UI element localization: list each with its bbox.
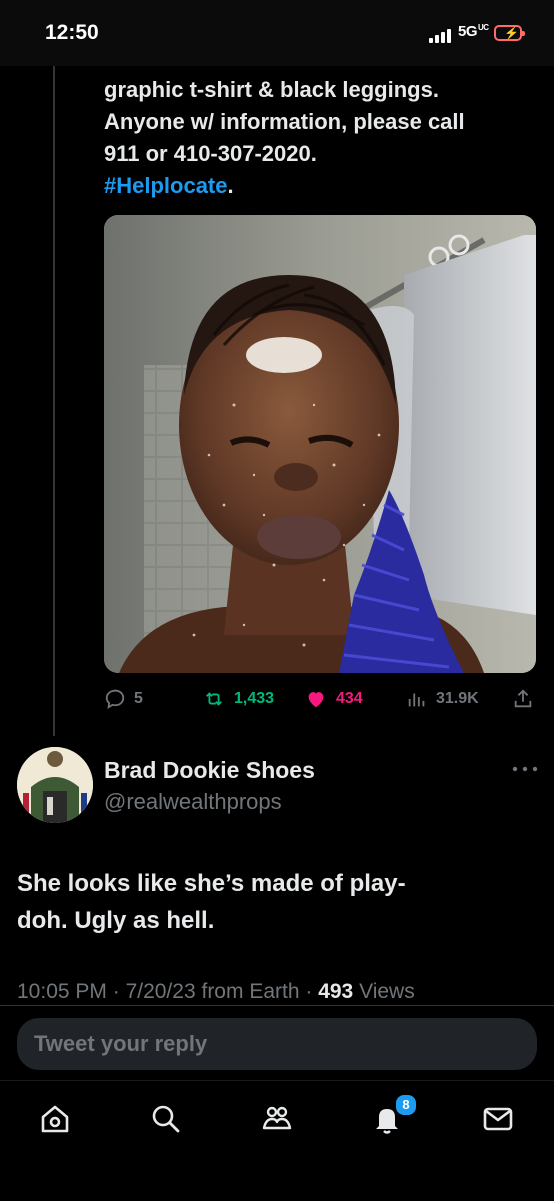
retweet-count: 1,433 [234, 690, 275, 707]
reply-line: doh. Ugly as hell. [17, 907, 215, 934]
search-icon[interactable] [149, 1102, 183, 1136]
tweet-line: graphic t-shirt & black leggings. [104, 77, 439, 102]
reply-input-placeholder: Tweet your reply [34, 1031, 208, 1056]
reply-source: from Earth [201, 980, 300, 1003]
messages-icon[interactable] [481, 1102, 515, 1136]
views-chart-icon [408, 693, 425, 707]
tweet-line: Anyone w/ information, please call [104, 109, 465, 134]
home-icon[interactable] [38, 1102, 72, 1136]
reply-count: 5 [134, 690, 143, 707]
reply-views-count: 493 [318, 980, 354, 1003]
heart-icon [308, 692, 324, 708]
reply-line: She looks like she’s made of play- [17, 870, 406, 897]
views-action[interactable]: 31.9K [406, 688, 479, 710]
hashtag-link[interactable]: #Helplocate [104, 173, 228, 198]
reply-text: She looks like she’s made of play- doh. … [17, 865, 537, 939]
avatar[interactable] [17, 747, 93, 823]
network-suffix: UC [478, 23, 489, 32]
reply-action[interactable]: 5 [104, 688, 143, 710]
status-bar: 12:50 5GUC ⚡ [0, 0, 554, 66]
network-label: 5GUC [458, 23, 489, 40]
hashtag-trail: . [227, 173, 234, 198]
retweet-action[interactable]: 1,433 [202, 688, 274, 710]
communities-icon[interactable] [260, 1102, 294, 1136]
signal-icon [429, 27, 455, 43]
tweet-action-bar: 5 1,433 434 31.9K [104, 688, 536, 714]
reply-handle[interactable]: @realwealthprops [104, 789, 282, 815]
reply-icon [105, 689, 125, 710]
reply-input[interactable]: Tweet your reply [17, 1018, 537, 1070]
tweet-photo-image [104, 215, 536, 673]
notifications-badge: 8 [394, 1093, 418, 1117]
thread-line [53, 66, 55, 736]
retweet-icon [206, 692, 222, 706]
tweet-text: graphic t-shirt & black leggings. Anyone… [104, 74, 544, 202]
share-action[interactable] [512, 688, 534, 710]
battery-icon: ⚡ [494, 25, 525, 41]
like-count: 434 [336, 690, 363, 707]
like-action[interactable]: 434 [304, 688, 363, 710]
reply-display-name[interactable]: Brad Dookie Shoes [104, 757, 315, 784]
avatar-image [17, 747, 93, 823]
tweet-line: 911 or 410-307-2020. [104, 141, 317, 166]
tweet-photo[interactable] [104, 215, 536, 673]
views-count: 31.9K [436, 690, 479, 707]
status-time: 12:50 [45, 21, 99, 44]
share-icon [514, 689, 532, 708]
reply-views-label: Views [359, 980, 415, 1003]
bottom-nav: 8 [0, 1080, 554, 1201]
more-options-icon[interactable] [512, 766, 538, 772]
reply-metadata: 10:05 PM · 7/20/23 from Earth · 493 View… [17, 980, 415, 1003]
reply-date: 7/20/23 [125, 980, 196, 1003]
reply-time: 10:05 PM [17, 980, 107, 1003]
